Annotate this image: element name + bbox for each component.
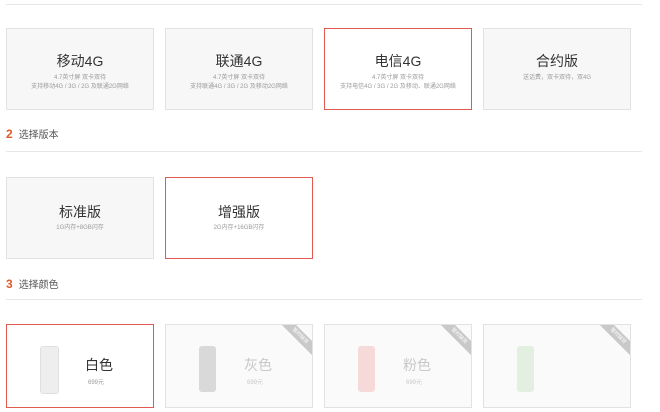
network-line2: 支持电信4G / 3G / 2G 及移动、联通2G网络 [340, 84, 456, 90]
step-number: 2 [6, 127, 13, 141]
version-title: 标准版 [59, 204, 101, 220]
network-line2: 支持联通4G / 3G / 2G 及移动2G网络 [190, 84, 288, 90]
network-title: 电信4G [374, 53, 422, 69]
step-label: 选择颜色 [18, 280, 59, 291]
version-spec: 1G内存+8GB闪存 [56, 225, 104, 231]
network-line1: 送话费，双卡双待，双4G [522, 75, 591, 81]
network-title: 移动4G [56, 53, 104, 69]
network-option-contract[interactable]: 合约版 送话费，双卡双待，双4G [483, 28, 631, 110]
network-title: 合约版 [536, 53, 578, 69]
version-title: 增强版 [218, 204, 260, 220]
version-option-enhanced[interactable]: 增强版 2G内存+16GB闪存 [165, 177, 313, 259]
network-line2: 支持移动4G / 3G / 2G 及联通2G网络 [31, 84, 129, 90]
section-divider [6, 151, 642, 152]
phone-image [40, 346, 59, 394]
out-of-stock-badge: 暂时缺货 [600, 325, 630, 355]
step-heading-color: 3 选择颜色 [6, 276, 59, 291]
color-option-gray[interactable]: 灰色 699元 暂时缺货 [165, 324, 313, 408]
out-of-stock-badge: 暂时缺货 [441, 325, 471, 355]
version-spec: 2G内存+16GB闪存 [213, 225, 265, 231]
section-divider [6, 299, 642, 300]
step-label: 选择版本 [18, 130, 59, 141]
color-name: 粉色 [403, 357, 431, 373]
color-name: 灰色 [244, 357, 272, 373]
version-option-standard[interactable]: 标准版 1G内存+8GB闪存 [6, 177, 154, 259]
network-option-unicom[interactable]: 联通4G 4.7英寸屏 双卡双待 支持联通4G / 3G / 2G 及移动2G网… [165, 28, 313, 110]
color-price: 699元 [406, 380, 423, 386]
phone-image [517, 346, 534, 392]
network-option-mobile[interactable]: 移动4G 4.7英寸屏 双卡双待 支持移动4G / 3G / 2G 及联通2G网… [6, 28, 154, 110]
color-name: 白色 [85, 357, 113, 373]
network-title: 联通4G [215, 53, 263, 69]
step-heading-version: 2 选择版本 [6, 126, 59, 141]
color-option-green[interactable]: 暂时缺货 [483, 324, 631, 408]
out-of-stock-badge: 暂时缺货 [282, 325, 312, 355]
color-price: 699元 [88, 380, 105, 386]
top-divider [6, 4, 642, 5]
color-price: 699元 [247, 380, 264, 386]
network-line1: 4.7英寸屏 双卡双待 [212, 75, 265, 81]
step-number: 3 [6, 277, 13, 291]
network-line1: 4.7英寸屏 双卡双待 [371, 75, 424, 81]
phone-image [358, 346, 375, 392]
network-line1: 4.7英寸屏 双卡双待 [53, 75, 106, 81]
phone-image [199, 346, 216, 392]
color-option-pink[interactable]: 粉色 699元 暂时缺货 [324, 324, 472, 408]
network-option-telecom[interactable]: 电信4G 4.7英寸屏 双卡双待 支持电信4G / 3G / 2G 及移动、联通… [324, 28, 472, 110]
color-option-white[interactable]: 白色 699元 [6, 324, 154, 408]
